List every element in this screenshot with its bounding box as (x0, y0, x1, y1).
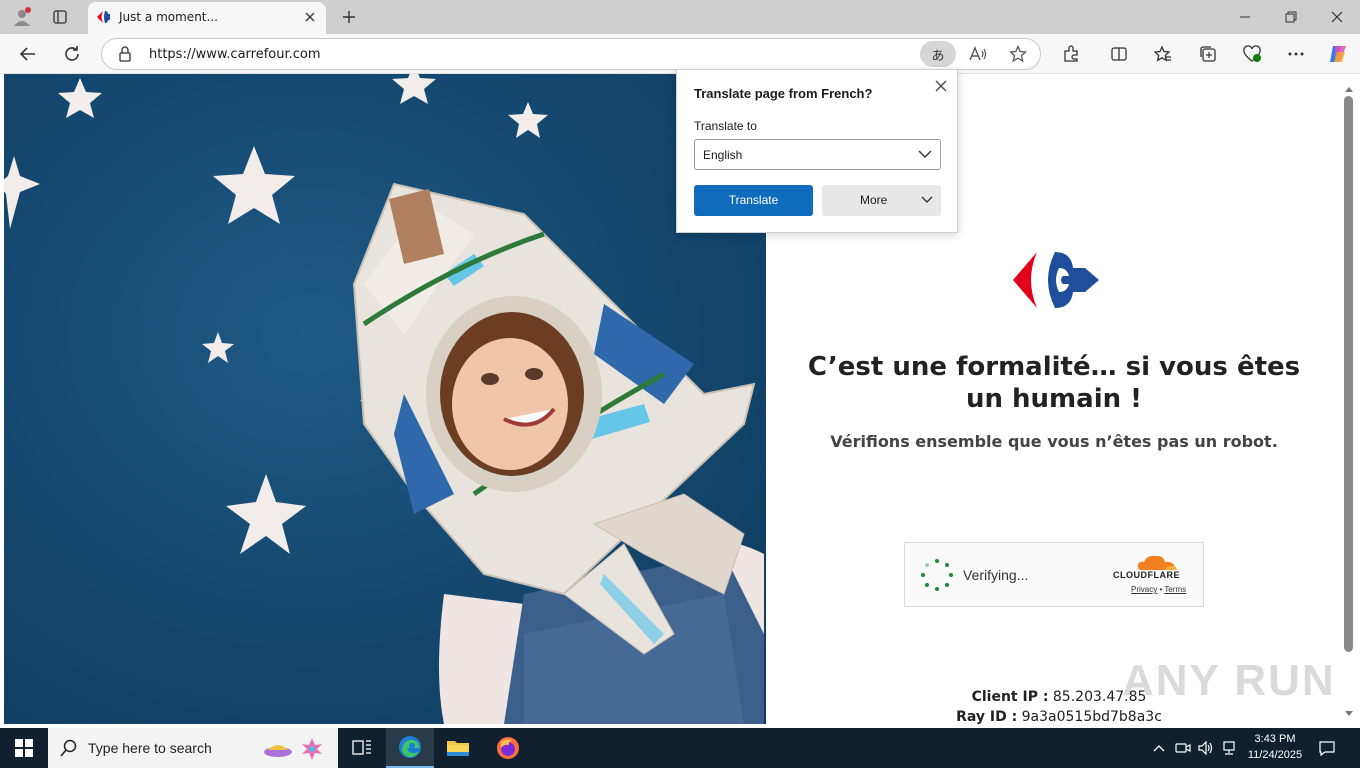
profile-icon[interactable] (9, 5, 35, 29)
url-text[interactable]: https://www.carrefour.com (149, 47, 321, 62)
network-icon[interactable] (1220, 739, 1238, 757)
ray-id-row: Ray ID : 9a3a0515bd7b8a3c (944, 707, 1174, 727)
clock[interactable]: 3:43 PM 11/24/2025 (1238, 731, 1312, 763)
split-screen-icon[interactable] (1103, 39, 1135, 69)
lock-icon[interactable] (118, 46, 132, 65)
title-bar: Just a moment... (0, 0, 1360, 34)
navigation-bar: https://www.carrefour.com あ (0, 34, 1360, 74)
restore-icon[interactable] (1268, 0, 1314, 34)
notifications-icon[interactable] (1318, 739, 1336, 757)
minimize-icon[interactable] (1222, 0, 1268, 34)
search-icon (60, 739, 78, 760)
scroll-up-icon[interactable] (1344, 82, 1354, 96)
spinner-icon (921, 559, 953, 594)
task-view-icon[interactable] (338, 728, 386, 768)
copilot-icon[interactable] (1322, 39, 1354, 69)
ray-id-value: 9a3a0515bd7b8a3c (1021, 709, 1162, 725)
clock-time: 3:43 PM (1254, 733, 1296, 745)
page-scrollbar[interactable] (1340, 74, 1360, 724)
tab-active[interactable]: Just a moment... (88, 2, 326, 34)
client-ip-row: Client IP : 85.203.47.85 (944, 687, 1174, 707)
carrefour-logo (1011, 250, 1101, 313)
verifying-text: Verifying... (963, 567, 1029, 583)
more-button[interactable]: More (822, 185, 941, 216)
browser-essentials-icon[interactable] (1236, 39, 1268, 69)
address-bar[interactable]: https://www.carrefour.com あ (101, 38, 1041, 70)
close-tab-icon[interactable] (303, 10, 317, 24)
translate-popup: Translate page from French? Translate to… (676, 69, 958, 233)
chevron-down-icon (921, 196, 933, 203)
extensions-icon[interactable] (1055, 39, 1087, 69)
privacy-link[interactable]: Privacy (1131, 585, 1157, 594)
more-options-icon[interactable] (1280, 39, 1312, 69)
translate-to-label: Translate to (694, 119, 757, 133)
terms-link[interactable]: Terms (1164, 585, 1186, 594)
back-icon[interactable] (12, 39, 44, 69)
headline-line-2: un humain ! (965, 384, 1143, 414)
taskbar: Type here to search 3:43 PM 11/24/2025 (0, 728, 1360, 768)
edge-taskbar-icon[interactable] (386, 728, 434, 768)
firefox-icon[interactable] (484, 728, 532, 768)
web-page: C’est une formalité… si vous êtes un hum… (4, 74, 1340, 727)
show-hidden-icons-icon[interactable] (1150, 739, 1168, 757)
translate-icon[interactable]: あ (920, 41, 956, 67)
client-ip-value: 85.203.47.85 (1052, 689, 1147, 705)
tab-title: Just a moment... (119, 10, 218, 24)
clock-date: 11/24/2025 (1247, 749, 1303, 761)
page-headline: C’est une formalité… si vous êtes un hum… (804, 351, 1304, 415)
link-separator: • (1159, 585, 1163, 594)
windows-icon (15, 739, 33, 757)
favorite-star-icon[interactable] (1000, 41, 1036, 67)
new-tab-icon[interactable] (336, 5, 362, 29)
cloudflare-brand: CLOUDFLARE (1113, 570, 1180, 580)
read-aloud-icon[interactable] (960, 41, 996, 67)
chevron-down-icon (918, 150, 932, 158)
scroll-down-icon[interactable] (1344, 707, 1354, 721)
language-select[interactable]: English (694, 139, 941, 170)
carrefour-favicon-icon (96, 10, 112, 27)
search-placeholder: Type here to search (88, 740, 212, 756)
close-window-icon[interactable] (1314, 0, 1360, 34)
client-ip-label: Client IP : (971, 689, 1049, 705)
start-button[interactable] (0, 728, 48, 768)
selected-language: English (703, 148, 743, 162)
refresh-icon[interactable] (56, 39, 88, 69)
page-subline: Vérifions ensemble que vous n’êtes pas u… (830, 432, 1278, 451)
astronaut-child-photo (4, 74, 766, 724)
translate-button[interactable]: Translate (694, 185, 813, 216)
cloudflare-links: Privacy • Terms (1131, 585, 1186, 594)
scrollbar-thumb[interactable] (1344, 96, 1353, 652)
close-popup-icon[interactable] (933, 78, 949, 94)
file-explorer-icon[interactable] (434, 728, 482, 768)
search-highlight-icon (262, 736, 328, 763)
taskbar-search[interactable]: Type here to search (48, 728, 338, 768)
cloudflare-challenge[interactable]: Verifying... CLOUDFLARE Privacy • Terms (904, 542, 1204, 607)
collections-icon[interactable] (1192, 39, 1224, 69)
meet-now-icon[interactable] (1174, 739, 1192, 757)
favorites-icon[interactable] (1147, 39, 1179, 69)
headline-line-1: C’est une formalité… si vous êtes (807, 352, 1301, 382)
ray-id-label: Ray ID : (956, 709, 1018, 725)
client-info: Client IP : 85.203.47.85 Ray ID : 9a3a05… (944, 687, 1174, 727)
more-button-label: More (860, 193, 888, 207)
tab-actions-icon[interactable] (47, 5, 73, 29)
translate-title: Translate page from French? (694, 86, 873, 101)
volume-icon[interactable] (1197, 739, 1215, 757)
